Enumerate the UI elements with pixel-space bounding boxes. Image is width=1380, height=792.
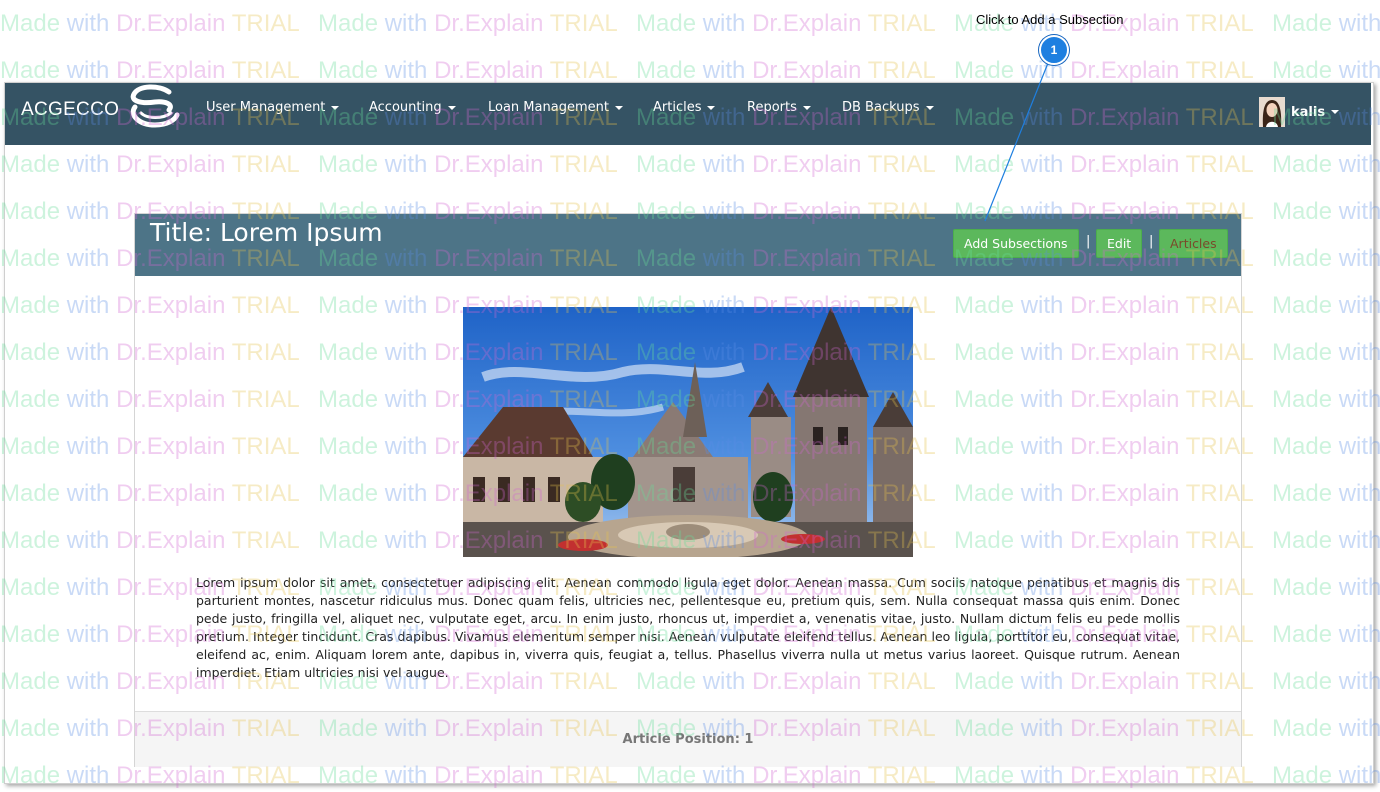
callout-line <box>984 57 1051 222</box>
callout-number-badge: 1 <box>1039 35 1069 65</box>
callout-text: Click to Add a Subsection <box>976 12 1124 27</box>
